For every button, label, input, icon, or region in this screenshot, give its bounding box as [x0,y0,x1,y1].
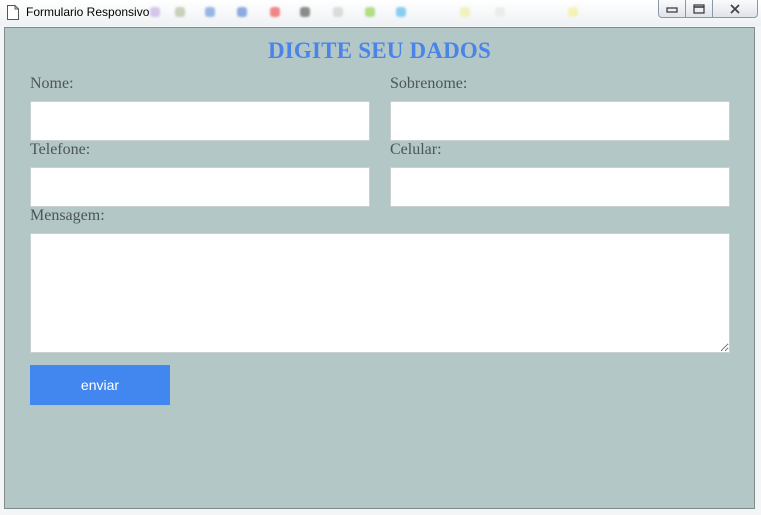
window-title: Formulario Responsivo [26,5,150,19]
celular-label: Celular: [390,141,442,158]
mensagem-textarea[interactable] [30,233,730,353]
telefone-label: Telefone: [30,141,91,158]
minimize-button[interactable] [658,0,686,18]
close-button[interactable] [713,0,758,18]
mensagem-label: Mensagem: [30,207,105,224]
restore-icon [693,3,705,14]
nome-label: Nome: [30,75,74,92]
document-icon [7,5,19,20]
minimize-icon [666,6,678,13]
window-title-bar[interactable]: Formulario Responsivo [0,0,761,26]
celular-input[interactable] [390,167,730,207]
form-panel: DIGITE SEU DADOS Nome: Sobrenome: Telefo… [4,27,755,509]
blurred-toolbar-strip [150,3,620,21]
sobrenome-input[interactable] [390,101,730,141]
form-heading: DIGITE SEU DADOS [267,38,492,63]
telefone-input[interactable] [30,167,370,207]
restore-button[interactable] [686,0,713,18]
window-controls [658,0,758,18]
nome-input[interactable] [30,101,370,141]
sobrenome-label: Sobrenome: [390,75,468,92]
enviar-button[interactable]: enviar [30,365,170,405]
close-icon [730,3,740,14]
